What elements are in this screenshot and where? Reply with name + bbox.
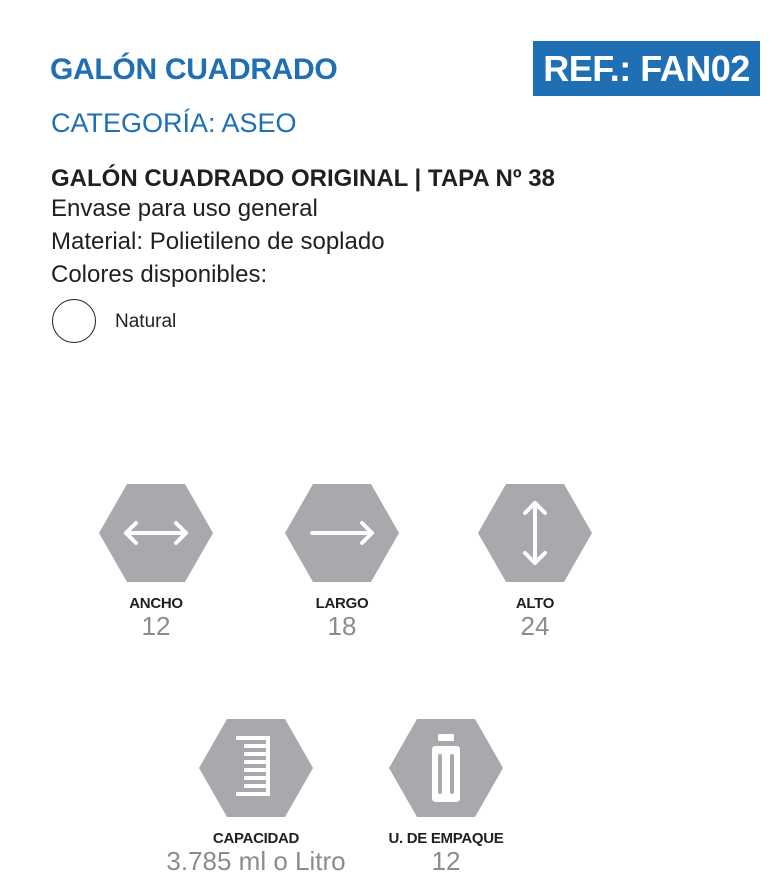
product-category: CATEGORÍA: ASEO [51,108,297,138]
spec-empaque-value: 12 [431,846,461,876]
spec-alto-value: 24 [520,611,550,641]
description-colors-heading: Colores disponibles: [51,261,268,288]
vertical-double-arrow-icon [478,484,592,582]
description-material: Material: Polietileno de soplado [51,228,385,255]
spec-alto: ALTO 24 [415,483,655,640]
measuring-scale-icon [199,719,313,817]
reference-code: REF.: FAN02 [543,47,750,89]
spec-empaque-label: U. DE EMPAQUE [388,830,504,847]
product-title: GALÓN CUADRADO [50,53,338,86]
color-label-natural: Natural [115,311,177,332]
product-subtitle: GALÓN CUADRADO ORIGINAL | TAPA Nº 38 [51,165,555,192]
reference-badge: REF.: FAN02 [533,41,760,96]
horizontal-double-arrow-icon [99,484,213,582]
spec-empaque: U. DE EMPAQUE 12 [326,718,566,875]
description-usage: Envase para uso general [51,195,318,222]
bottle-icon [389,719,503,817]
right-arrow-icon [285,484,399,582]
color-swatch-natural [52,299,96,343]
spec-alto-label: ALTO [515,595,555,612]
